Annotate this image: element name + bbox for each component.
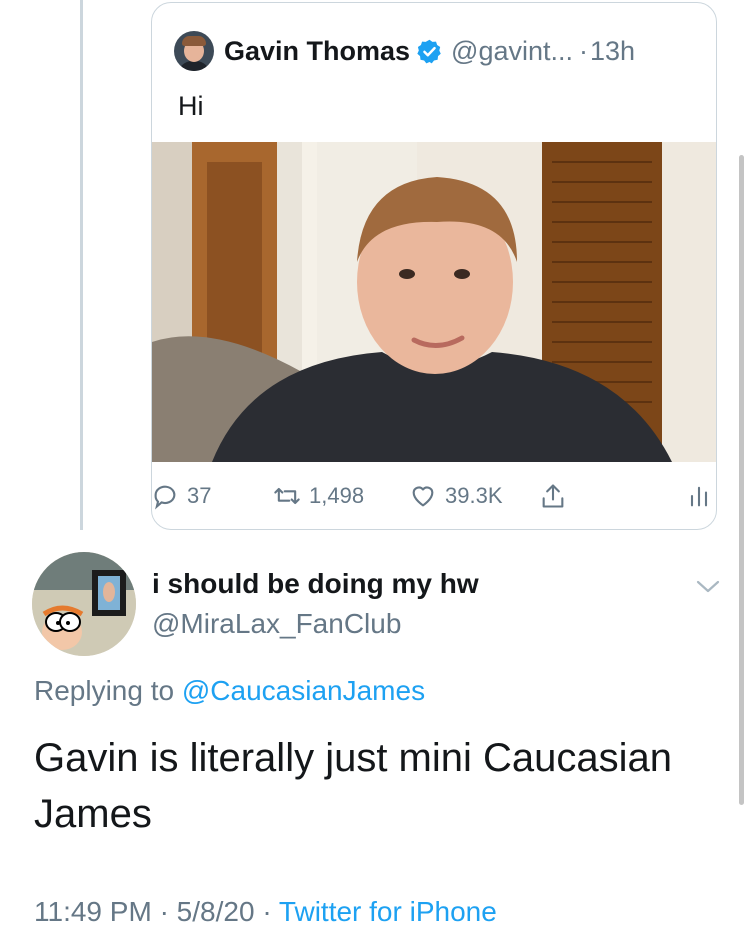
replying-to: Replying to @CaucasianJames [34, 675, 425, 707]
quoted-tweet-text: Hi [178, 91, 204, 121]
reply-author-handle[interactable]: @MiraLax_FanClub [152, 608, 401, 640]
tweet-actions: 37 1,498 39.3K [151, 476, 717, 516]
quoted-tweet-card[interactable]: Gavin Thomas @gavint... · 13h Hi [151, 2, 717, 530]
reply-action[interactable]: 37 [151, 476, 211, 516]
like-action[interactable]: 39.3K [409, 476, 503, 516]
author-avatar[interactable] [174, 31, 214, 71]
reply-author-name[interactable]: i should be doing my hw [152, 568, 479, 600]
reply-text: Gavin is literally just mini Caucasian J… [34, 736, 673, 836]
replying-to-link[interactable]: @CaucasianJames [182, 675, 425, 706]
share-action[interactable] [539, 476, 567, 516]
photo-illustration [152, 142, 716, 462]
retweet-count: 1,498 [309, 483, 365, 508]
quoted-tweet-header: Gavin Thomas @gavint... · 13h [174, 30, 635, 72]
thread-line [80, 0, 83, 530]
replying-to-label: Replying to [34, 675, 175, 706]
meta-separator: · [262, 896, 272, 927]
tweet-date[interactable]: 5/8/20 [177, 896, 255, 927]
tweet-time[interactable]: 13h [590, 36, 635, 67]
reply-author-avatar[interactable] [32, 552, 136, 656]
verified-badge-icon [417, 39, 441, 63]
retweet-icon [274, 487, 300, 505]
tweet-photo[interactable] [152, 142, 716, 462]
chevron-down-icon[interactable] [692, 574, 724, 598]
share-icon [542, 484, 564, 508]
avatar-illustration [32, 552, 136, 656]
heart-icon [412, 486, 434, 507]
analytics-action[interactable] [685, 476, 713, 516]
like-count: 39.3K [445, 483, 503, 508]
meta-separator: · [159, 896, 169, 927]
tweet-time-stamp[interactable]: 11:49 PM [34, 896, 152, 927]
author-handle[interactable]: @gavint... [451, 36, 573, 67]
tweet-source-link[interactable]: Twitter for iPhone [279, 896, 497, 927]
scrollbar[interactable] [739, 155, 744, 805]
reply-icon [154, 485, 176, 510]
reply-count: 37 [187, 483, 212, 508]
separator-dot: · [579, 35, 589, 66]
author-name[interactable]: Gavin Thomas [224, 36, 410, 67]
analytics-icon [690, 486, 708, 507]
retweet-action[interactable]: 1,498 [273, 476, 364, 516]
tweet-meta: 11:49 PM · 5/8/20 · Twitter for iPhone [34, 896, 497, 928]
